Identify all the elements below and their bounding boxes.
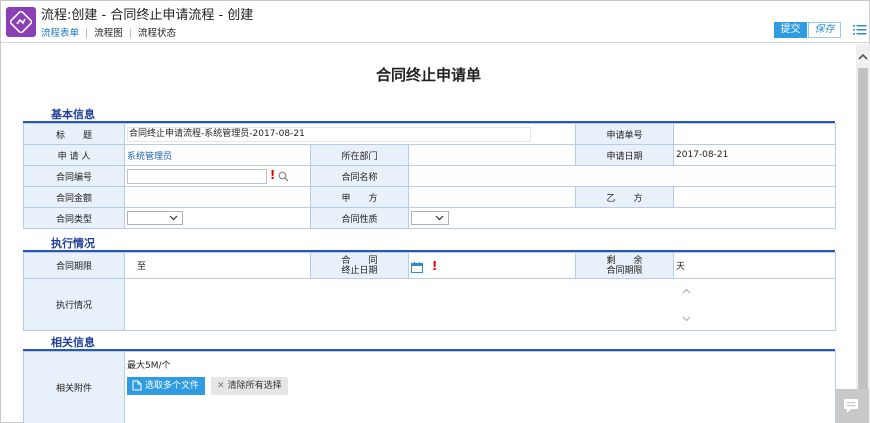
table-row: 合同编号 ! 合同名称 <box>23 165 837 187</box>
menu-icon[interactable] <box>853 24 867 36</box>
title-label: 标 题 <box>23 123 125 145</box>
request-no-label: 申请单号 <box>575 123 675 145</box>
tab-separator: | <box>128 28 132 39</box>
attach-label: 相关附件 <box>23 351 125 423</box>
table-row: 相关附件 最大5M/个 选取多个文件 ✕ 清除所有选择 <box>23 351 836 423</box>
end-date-label-line1: 合 同 <box>341 255 378 266</box>
close-icon: ✕ <box>217 381 225 391</box>
party-b-label: 乙 方 <box>575 186 675 208</box>
tab-form[interactable]: 流程表单 <box>41 25 79 39</box>
type-field[interactable] <box>124 207 311 229</box>
remain-value: 天 <box>673 252 836 279</box>
attach-actions: 选取多个文件 ✕ 清除所有选择 <box>127 377 833 395</box>
applicant-label: 申 请 人 <box>23 144 125 166</box>
search-icon[interactable] <box>278 171 289 182</box>
table-row: 执行情况 <box>23 278 836 331</box>
tab-flowchart[interactable]: 流程图 <box>94 25 123 39</box>
app-window: 流程:创建 - 合同终止申请流程 - 创建 流程表单 | 流程图 | 流程状态 提交 保… <box>0 0 870 423</box>
contract-no-label: 合同编号 <box>23 165 125 187</box>
amount-label: 合同金额 <box>23 186 125 208</box>
chat-icon <box>844 399 858 413</box>
header-tabs: 流程表单 | 流程图 | 流程状态 <box>41 25 176 39</box>
end-date-field[interactable]: ! <box>408 252 576 279</box>
section-related-title: 相关信息 <box>51 336 95 349</box>
tab-status[interactable]: 流程状态 <box>138 25 176 39</box>
section-basic-title: 基本信息 <box>51 108 95 121</box>
period-label: 合同期限 <box>23 252 125 279</box>
app-header: 流程:创建 - 合同终止申请流程 - 创建 流程表单 | 流程图 | 流程状态 提交 保… <box>1 1 869 43</box>
page-title: 流程:创建 - 合同终止申请流程 - 创建 <box>41 8 254 23</box>
period-value[interactable]: 至 <box>124 252 311 279</box>
basic-info-table: 标 题 合同终止申请流程-系统管理员-2017-08-21 申请单号 申 请 人… <box>23 123 837 229</box>
attach-field: 最大5M/个 选取多个文件 ✕ 清除所有选择 <box>124 351 836 423</box>
remain-label-line2: 合同期限 <box>606 265 643 276</box>
request-no-value <box>673 123 837 145</box>
table-row: 合同类型 合同性质 <box>23 207 837 229</box>
status-label: 执行情况 <box>23 278 125 331</box>
textarea-scroll-icon[interactable] <box>682 287 691 323</box>
nature-select[interactable] <box>411 211 449 225</box>
remain-unit: 天 <box>676 262 686 272</box>
end-date-label: 合 同终止日期 <box>310 252 409 279</box>
party-a-label: 甲 方 <box>310 186 409 208</box>
applicant-value[interactable]: 系统管理员 <box>124 144 311 166</box>
submit-button[interactable]: 提交 <box>774 22 807 38</box>
clear-selection-label: 清除所有选择 <box>227 381 282 391</box>
end-date-label-line2: 终止日期 <box>341 265 378 276</box>
form-title: 合同终止申请单 <box>375 66 481 84</box>
related-table: 相关附件 最大5M/个 选取多个文件 ✕ 清除所有选择 <box>23 351 836 423</box>
title-field[interactable]: 合同终止申请流程-系统管理员-2017-08-21 <box>123 123 577 145</box>
contract-no-field[interactable]: ! <box>124 165 311 187</box>
required-icon: ! <box>269 168 276 182</box>
vertical-scrollbar[interactable] <box>856 44 870 423</box>
file-icon <box>132 380 142 391</box>
remain-label: 剩 余合同期限 <box>575 252 674 279</box>
contract-name-value[interactable] <box>407 165 837 187</box>
attach-limit-text: 最大5M/个 <box>127 361 171 371</box>
period-to-text: 至 <box>137 262 147 272</box>
scrollbar-thumb[interactable] <box>858 68 868 390</box>
scroll-up-icon[interactable] <box>858 52 868 62</box>
calendar-icon[interactable] <box>411 261 423 273</box>
type-select[interactable] <box>127 211 183 225</box>
remain-label-line1: 剩 余 <box>606 255 643 266</box>
chat-button[interactable] <box>833 389 869 423</box>
tab-separator: | <box>85 28 89 39</box>
dept-value <box>407 144 577 166</box>
table-row: 申 请 人 系统管理员 所在部门 申请日期 2017-08-21 <box>23 144 837 166</box>
table-row: 合同金额 甲 方 乙 方 <box>23 186 837 208</box>
required-icon: ! <box>431 258 438 273</box>
select-files-button[interactable]: 选取多个文件 <box>127 377 206 395</box>
date-value: 2017-08-21 <box>673 144 837 166</box>
title-input[interactable]: 合同终止申请流程-系统管理员-2017-08-21 <box>127 126 531 142</box>
chevron-down-icon <box>435 215 444 221</box>
table-row: 合同期限 至 合 同终止日期 ! 剩 余合同期限 天 <box>23 252 836 279</box>
contract-no-input[interactable] <box>127 169 267 184</box>
workflow-icon <box>6 7 36 37</box>
select-files-label: 选取多个文件 <box>145 381 200 391</box>
table-row: 标 题 合同终止申请流程-系统管理员-2017-08-21 申请单号 <box>23 123 837 145</box>
date-label: 申请日期 <box>575 144 675 166</box>
party-b-value[interactable] <box>673 186 837 208</box>
nature-field[interactable] <box>407 207 837 229</box>
status-textarea[interactable] <box>124 278 836 331</box>
type-label: 合同类型 <box>23 207 125 229</box>
party-a-value[interactable] <box>407 186 577 208</box>
clear-selection-button[interactable]: ✕ 清除所有选择 <box>211 377 288 395</box>
execution-table: 合同期限 至 合 同终止日期 ! 剩 余合同期限 天 执行情况 <box>23 252 836 331</box>
dept-label: 所在部门 <box>310 144 409 166</box>
nature-label: 合同性质 <box>310 207 409 229</box>
chevron-down-icon <box>169 215 178 221</box>
contract-name-label: 合同名称 <box>310 165 409 187</box>
save-button[interactable]: 保存 <box>808 22 841 38</box>
section-execution-title: 执行情况 <box>51 237 95 250</box>
amount-value[interactable] <box>124 186 311 208</box>
